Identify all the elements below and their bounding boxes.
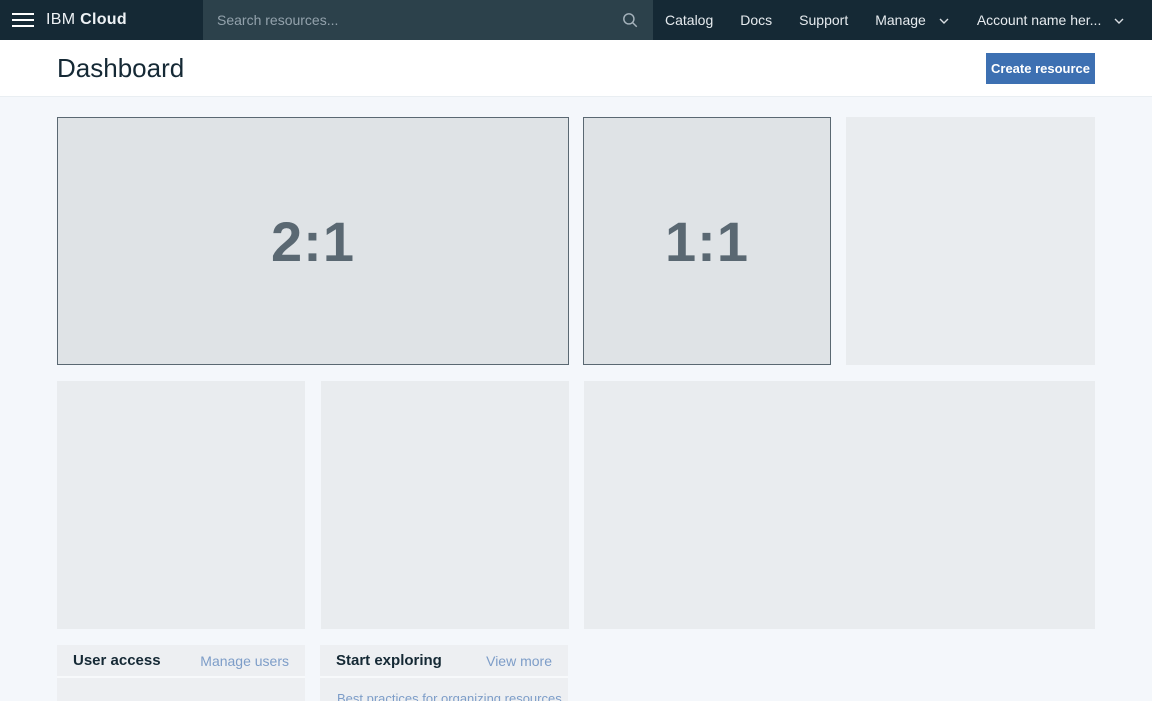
page-header: Dashboard Create resource <box>0 40 1152 96</box>
create-resource-button[interactable]: Create resource <box>986 53 1095 84</box>
search-input[interactable] <box>217 12 621 28</box>
card-title: User access <box>73 652 161 669</box>
placeholder-panel <box>846 117 1095 365</box>
user-access-card: User access Manage users <box>57 645 305 701</box>
nav-link-support[interactable]: Support <box>799 12 848 28</box>
navbar-links: Catalog Docs Support Manage Account name… <box>653 0 1152 40</box>
view-more-link[interactable]: View more <box>486 653 552 669</box>
search-icon[interactable] <box>621 11 639 29</box>
card-title: Start exploring <box>336 652 442 669</box>
resource-search-bar[interactable] <box>203 0 653 40</box>
placeholder-panel-2-1: 2:1 <box>57 117 569 365</box>
start-exploring-card-header: Start exploring View more <box>320 645 568 678</box>
nav-menu-manage[interactable]: Manage <box>875 12 950 28</box>
user-access-card-header: User access Manage users <box>57 645 305 678</box>
ratio-label-2-1: 2:1 <box>271 209 355 274</box>
nav-link-docs[interactable]: Docs <box>740 12 772 28</box>
placeholder-panel-1-1: 1:1 <box>583 117 831 365</box>
ibm-cloud-logo[interactable]: IBM Cloud <box>46 11 127 29</box>
page-title: Dashboard <box>57 53 184 84</box>
top-navbar: IBM Cloud Catalog Docs Support Manage Ac… <box>0 0 1152 40</box>
placeholder-panel <box>584 381 1095 629</box>
chevron-down-icon <box>1113 12 1125 28</box>
nav-link-catalog[interactable]: Catalog <box>665 12 713 28</box>
brand-cloud: Cloud <box>80 11 127 28</box>
account-name-label: Account name her... <box>977 12 1102 28</box>
hamburger-menu-icon[interactable] <box>0 0 46 40</box>
placeholder-panel <box>57 381 305 629</box>
dashboard-grid: 2:1 1:1 User access Manage users Start e… <box>0 96 1152 701</box>
ratio-label-1-1: 1:1 <box>665 209 749 274</box>
placeholder-panel <box>321 381 569 629</box>
manage-users-link[interactable]: Manage users <box>200 653 289 669</box>
account-selector[interactable]: Account name her... <box>977 12 1126 28</box>
chevron-down-icon <box>938 12 950 28</box>
start-exploring-card: Start exploring View more Best practices… <box>320 645 568 701</box>
best-practices-link[interactable]: Best practices for organizing resources <box>337 691 562 701</box>
brand-ibm: IBM <box>46 11 75 28</box>
nav-link-manage-label: Manage <box>875 12 926 28</box>
